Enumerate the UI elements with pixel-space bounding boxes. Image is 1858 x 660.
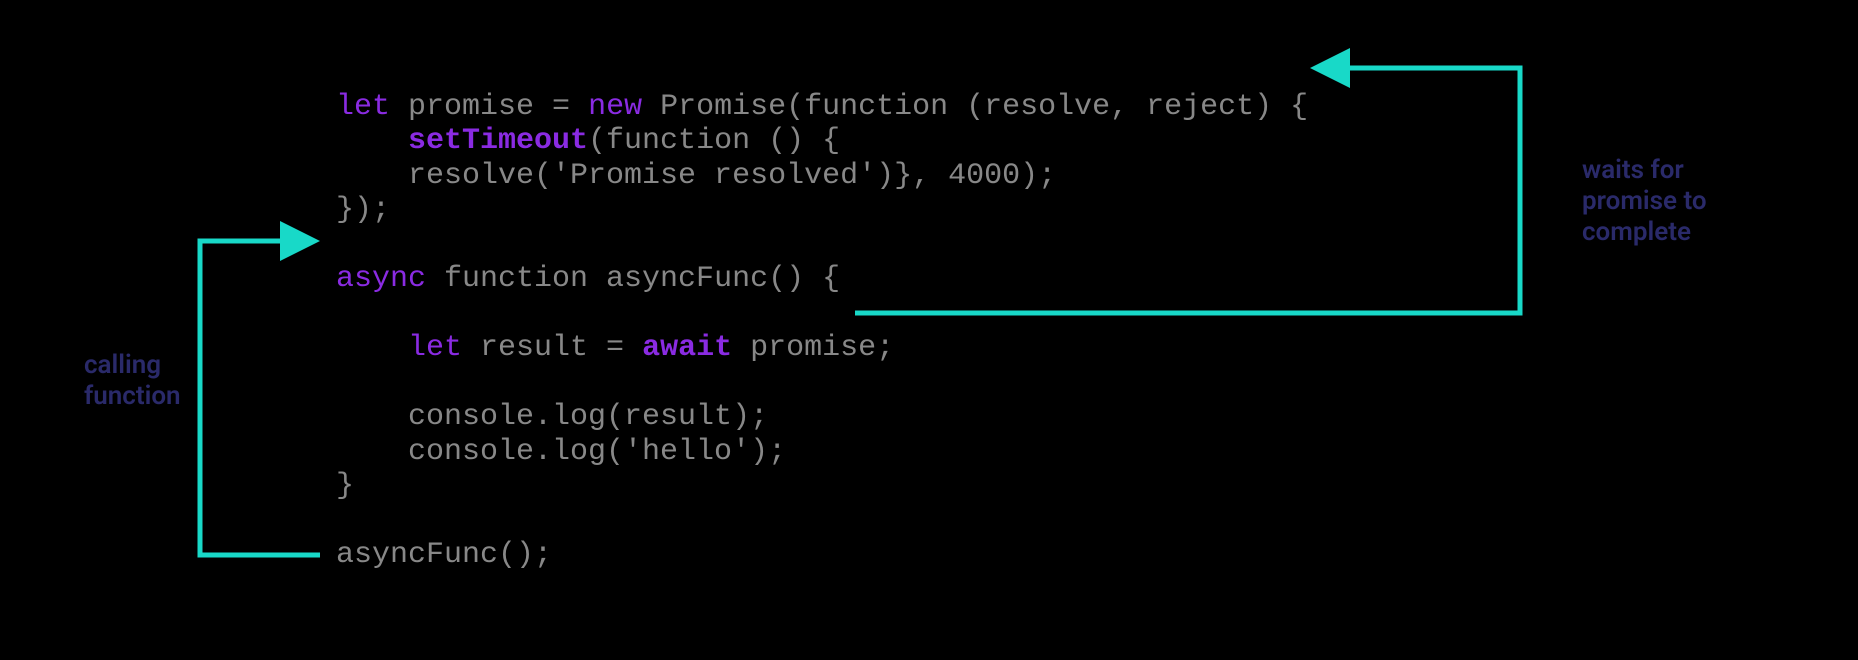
keyword-async: async: [336, 262, 426, 296]
arrow-calling-function: [200, 241, 320, 555]
keyword-let: let: [408, 331, 462, 365]
keyword-let: let: [336, 90, 390, 124]
function-setTimeout: setTimeout: [408, 124, 588, 158]
annotation-text: promise to: [1582, 186, 1707, 217]
code-text: promise =: [390, 90, 588, 124]
code-text: Promise(function (resolve, reject) {: [642, 90, 1308, 124]
code-indent: [336, 124, 408, 158]
keyword-new: new: [588, 90, 642, 124]
code-line: }: [336, 469, 354, 503]
annotation-text: waits for: [1582, 155, 1707, 186]
code-line: resolve('Promise resolved')}, 4000);: [336, 159, 1056, 193]
annotation-text: complete: [1582, 217, 1707, 248]
code-line: console.log(result);: [336, 400, 768, 434]
annotation-text: function: [84, 381, 181, 412]
code-text: function asyncFunc() {: [426, 262, 840, 296]
code-text: promise;: [732, 331, 894, 365]
code-line: asyncFunc();: [336, 538, 552, 572]
keyword-await: await: [642, 331, 732, 365]
annotation-waits-for-promise: waits for promise to complete: [1582, 155, 1707, 249]
code-block: let promise = new Promise(function (reso…: [336, 55, 1308, 573]
code-line: console.log('hello');: [336, 435, 786, 469]
code-text: result =: [462, 331, 642, 365]
annotation-calling-function: calling function: [84, 350, 181, 412]
annotation-text: calling: [84, 350, 181, 381]
code-text: (function () {: [588, 124, 840, 158]
code-indent: [336, 331, 408, 365]
code-line: });: [336, 193, 390, 227]
